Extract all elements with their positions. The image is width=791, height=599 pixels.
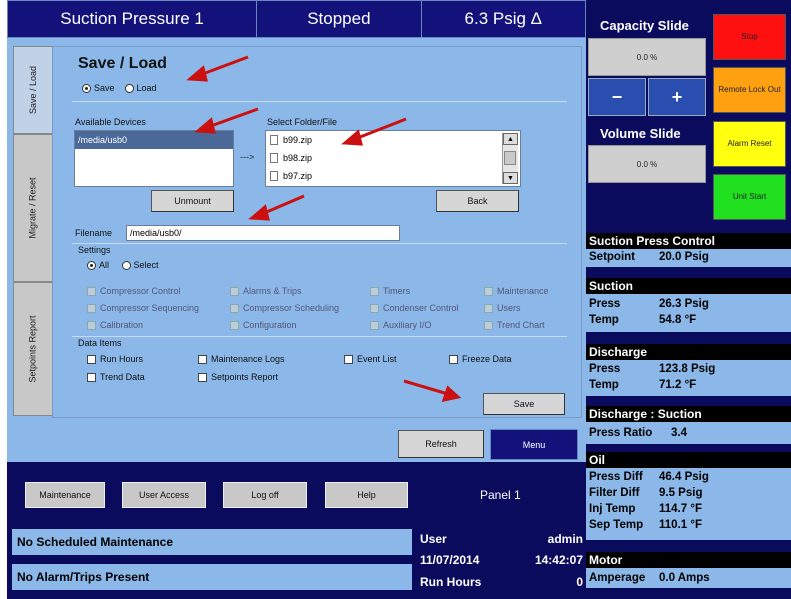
oil-inj-temp-label: Inj Temp: [589, 503, 636, 515]
discharge-temp-label: Temp: [589, 379, 619, 391]
motor-header: Motor: [586, 552, 791, 568]
user-value: admin: [547, 532, 583, 546]
arrow-line: [207, 107, 259, 129]
user-access-button[interactable]: User Access: [122, 482, 206, 508]
suction-press-label: Press: [589, 298, 621, 310]
oil-inj-temp-value: 114.7 °F: [659, 503, 702, 515]
press-ratio-value: 3.4: [671, 427, 687, 439]
oil-filter-diff-label: Filter Diff: [589, 487, 640, 499]
capacity-slide-title: Capacity Slide: [600, 18, 689, 33]
arrow-line: [403, 379, 449, 396]
panel-label: Panel 1: [480, 488, 521, 502]
maintenance-button[interactable]: Maintenance: [25, 482, 105, 508]
log-off-button[interactable]: Log off: [223, 482, 307, 508]
discharge-suction-header: Discharge : Suction: [586, 406, 791, 422]
arrow-head: [341, 129, 363, 146]
help-button[interactable]: Help: [325, 482, 408, 508]
discharge-panel: Press 123.8 Psig Temp 71.2 °F: [586, 360, 791, 396]
capacity-slide-value: 0.0 %: [588, 38, 706, 76]
date-display: 11/07/2014: [420, 553, 480, 567]
suction-temp-value: 54.8 °F: [659, 314, 697, 326]
suction-press-control-panel: Setpoint 20.0 Psig: [586, 249, 791, 267]
discharge-press-label: Press: [589, 363, 621, 375]
arrow-line: [199, 55, 249, 77]
discharge-temp-value: 71.2 °F: [659, 379, 697, 391]
oil-header: Oil: [586, 452, 791, 468]
arrow-head: [186, 65, 208, 82]
press-ratio-label: Press Ratio: [589, 427, 653, 439]
annotation-arrows: [186, 55, 462, 403]
alarm-status: No Alarm/Trips Present: [12, 564, 412, 590]
capacity-increase-button[interactable]: +: [648, 78, 706, 116]
suction-press-value: 26.3 Psig: [659, 298, 709, 310]
time-display: 14:42:07: [534, 553, 583, 567]
amperage-label: Amperage: [589, 572, 646, 584]
suction-temp-label: Temp: [589, 314, 619, 326]
volume-slide-value: 0.0 %: [588, 145, 706, 183]
oil-sep-temp-value: 110.1 °F: [659, 519, 702, 531]
oil-sep-temp-label: Sep Temp: [589, 519, 644, 531]
oil-press-diff-label: Press Diff: [589, 471, 643, 483]
capacity-decrease-button[interactable]: −: [588, 78, 646, 116]
suction-press-control-header: Suction Press Control: [586, 233, 791, 249]
unit-start-button[interactable]: Unit Start: [713, 174, 786, 220]
arrow-head: [248, 204, 270, 221]
maintenance-status: No Scheduled Maintenance: [12, 529, 412, 555]
suction-panel: Press 26.3 Psig Temp 54.8 °F: [586, 294, 791, 332]
run-hours-value: 0: [576, 575, 583, 589]
oil-press-diff-value: 46.4 Psig: [659, 471, 709, 483]
arrow-head: [441, 385, 462, 403]
alarm-reset-button[interactable]: Alarm Reset: [713, 121, 786, 167]
setpoint-value: 20.0 Psig: [659, 251, 709, 263]
motor-panel: Amperage 0.0 Amps: [586, 568, 791, 588]
run-hours-label: Run Hours: [420, 575, 482, 589]
arrow-line: [354, 117, 407, 141]
arrow-line: [261, 194, 305, 216]
discharge-suction-panel: Press Ratio 3.4: [586, 422, 791, 444]
stop-button[interactable]: Stop: [713, 14, 786, 60]
discharge-header: Discharge: [586, 344, 791, 360]
oil-panel: Press Diff 46.4 Psig Filter Diff 9.5 Psig …: [586, 468, 791, 540]
discharge-press-value: 123.8 Psig: [659, 363, 716, 375]
amperage-value: 0.0 Amps: [659, 572, 710, 584]
arrow-head: [194, 117, 216, 134]
user-label: User: [420, 532, 447, 546]
volume-slide-title: Volume Slide: [600, 126, 681, 141]
oil-filter-diff-value: 9.5 Psig: [659, 487, 703, 499]
remote-lock-out-button[interactable]: Remote Lock Out: [713, 67, 786, 113]
suction-header: Suction: [586, 278, 791, 294]
setpoint-label: Setpoint: [589, 251, 635, 263]
